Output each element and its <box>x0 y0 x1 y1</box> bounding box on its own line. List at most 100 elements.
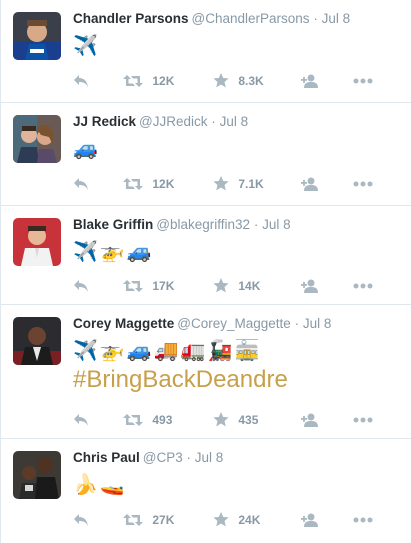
timestamp[interactable]: Jul 8 <box>262 217 291 232</box>
follow-button[interactable] <box>301 70 321 90</box>
user-handle[interactable]: @CP3 <box>143 450 183 465</box>
retweet-count: 27K <box>152 512 175 527</box>
delivery-truck-emoji: 🚚 <box>153 340 179 362</box>
lorry-emoji: 🚛 <box>180 340 206 362</box>
airplane-emoji: ✈️ <box>73 340 98 362</box>
helicopter-emoji: 🚁 <box>99 241 125 263</box>
tweet-actions: 17K 14K <box>73 275 403 295</box>
reply-button[interactable] <box>73 70 89 90</box>
star-icon <box>213 512 229 527</box>
tweet-item[interactable]: Corey Maggette @Corey_Maggette · Jul 8 ✈️… <box>1 305 411 439</box>
reply-icon <box>74 177 88 190</box>
favorite-button[interactable]: 14K <box>213 275 260 295</box>
retweet-button[interactable]: 493 <box>123 409 172 429</box>
tram-emoji: 🚋 <box>234 340 260 362</box>
retweet-icon <box>123 513 143 526</box>
reply-button[interactable] <box>73 275 89 295</box>
reply-button[interactable] <box>73 409 89 429</box>
more-options-button[interactable] <box>353 70 373 90</box>
banana-emoji: 🍌 <box>73 474 98 496</box>
timestamp[interactable]: Jul 8 <box>220 114 249 129</box>
reply-icon <box>74 413 88 426</box>
separator: · <box>294 316 300 331</box>
timestamp[interactable]: Jul 8 <box>322 11 351 26</box>
more-dots-icon <box>353 417 373 423</box>
retweet-icon <box>123 413 143 426</box>
tweet-text: ✈️ 🚁 🚙 <box>73 240 403 264</box>
speedboat-emoji: 🚤 <box>99 474 125 496</box>
more-options-button[interactable] <box>353 409 373 429</box>
favorite-button[interactable]: 7.1K <box>213 173 264 193</box>
tweet-feed: Chandler Parsons @ChandlerParsons · Jul 8… <box>0 0 411 543</box>
car-emoji: 🚙 <box>126 340 152 362</box>
user-handle[interactable]: @ChandlerParsons <box>192 11 310 26</box>
avatar[interactable] <box>13 218 61 266</box>
retweet-count: 12K <box>152 73 175 88</box>
star-icon <box>213 73 229 88</box>
favorite-button[interactable]: 435 <box>213 409 258 429</box>
separator: · <box>253 217 259 232</box>
user-handle[interactable]: @Corey_Maggette <box>177 316 291 331</box>
star-icon <box>213 412 229 427</box>
user-handle[interactable]: @blakegriffin32 <box>156 217 250 232</box>
more-options-button[interactable] <box>353 509 373 529</box>
user-handle[interactable]: @JJRedick <box>139 114 207 129</box>
tweet-item[interactable]: Chris Paul @CP3 · Jul 8 🍌 🚤 27K 24K <box>1 439 411 543</box>
reply-button[interactable] <box>73 173 89 193</box>
display-name[interactable]: Blake Griffin <box>73 217 153 232</box>
avatar[interactable] <box>13 115 61 163</box>
display-name[interactable]: JJ Redick <box>73 114 136 129</box>
retweet-button[interactable]: 12K <box>123 70 174 90</box>
retweet-button[interactable]: 12K <box>123 173 174 193</box>
retweet-icon <box>123 279 143 292</box>
follow-button[interactable] <box>301 275 321 295</box>
tweet-text: ✈️ 🚁 🚙 🚚 🚛 🚂 🚋 <box>73 339 403 363</box>
retweet-count: 17K <box>152 278 175 293</box>
follow-user-icon <box>301 74 318 88</box>
favorite-count: 7.1K <box>238 176 264 191</box>
airplane-emoji: ✈️ <box>73 35 98 57</box>
helicopter-emoji: 🚁 <box>99 340 125 362</box>
tweet-actions: 493 435 <box>73 409 403 429</box>
display-name[interactable]: Corey Maggette <box>73 316 174 331</box>
tweet-actions: 12K 7.1K <box>73 173 403 193</box>
display-name[interactable]: Chandler Parsons <box>73 11 189 26</box>
timestamp[interactable]: Jul 8 <box>195 450 224 465</box>
reply-button[interactable] <box>73 509 89 529</box>
favorite-count: 435 <box>238 412 259 427</box>
follow-button[interactable] <box>301 173 321 193</box>
avatar[interactable] <box>13 12 61 60</box>
tweet-item[interactable]: JJ Redick @JJRedick · Jul 8 🚙 12K 7.1K <box>1 103 411 206</box>
more-options-button[interactable] <box>353 275 373 295</box>
star-icon <box>213 176 229 191</box>
favorite-button[interactable]: 8.3K <box>213 70 264 90</box>
favorite-button[interactable]: 24K <box>213 509 260 529</box>
avatar[interactable] <box>13 317 61 365</box>
follow-button[interactable] <box>301 509 321 529</box>
tweet-item[interactable]: Blake Griffin @blakegriffin32 · Jul 8 ✈️ 🚁… <box>1 206 411 305</box>
separator: · <box>211 114 216 129</box>
airplane-emoji: ✈️ <box>73 241 98 263</box>
avatar[interactable] <box>13 451 61 499</box>
favorite-count: 24K <box>238 512 261 527</box>
display-name[interactable]: Chris Paul <box>73 450 140 465</box>
hashtag-link[interactable]: #BringBackDeandre <box>73 365 403 395</box>
tweet-header: JJ Redick @JJRedick · Jul 8 <box>73 113 403 131</box>
retweet-count: 12K <box>152 176 175 191</box>
separator: · <box>313 11 318 26</box>
retweet-button[interactable]: 17K <box>123 275 174 295</box>
tweet-item[interactable]: Chandler Parsons @ChandlerParsons · Jul 8… <box>1 0 411 103</box>
tweet-header: Blake Griffin @blakegriffin32 · Jul 8 <box>73 216 403 234</box>
reply-icon <box>74 513 88 526</box>
separator: · <box>186 450 192 465</box>
reply-icon <box>74 74 88 87</box>
more-dots-icon <box>353 517 373 523</box>
follow-button[interactable] <box>301 409 321 429</box>
tweet-actions: 12K 8.3K <box>73 70 403 90</box>
car-emoji: 🚙 <box>126 241 152 263</box>
reply-icon <box>74 279 88 292</box>
retweet-button[interactable]: 27K <box>123 509 174 529</box>
more-options-button[interactable] <box>353 173 373 193</box>
timestamp[interactable]: Jul 8 <box>303 316 332 331</box>
retweet-icon <box>123 74 143 87</box>
